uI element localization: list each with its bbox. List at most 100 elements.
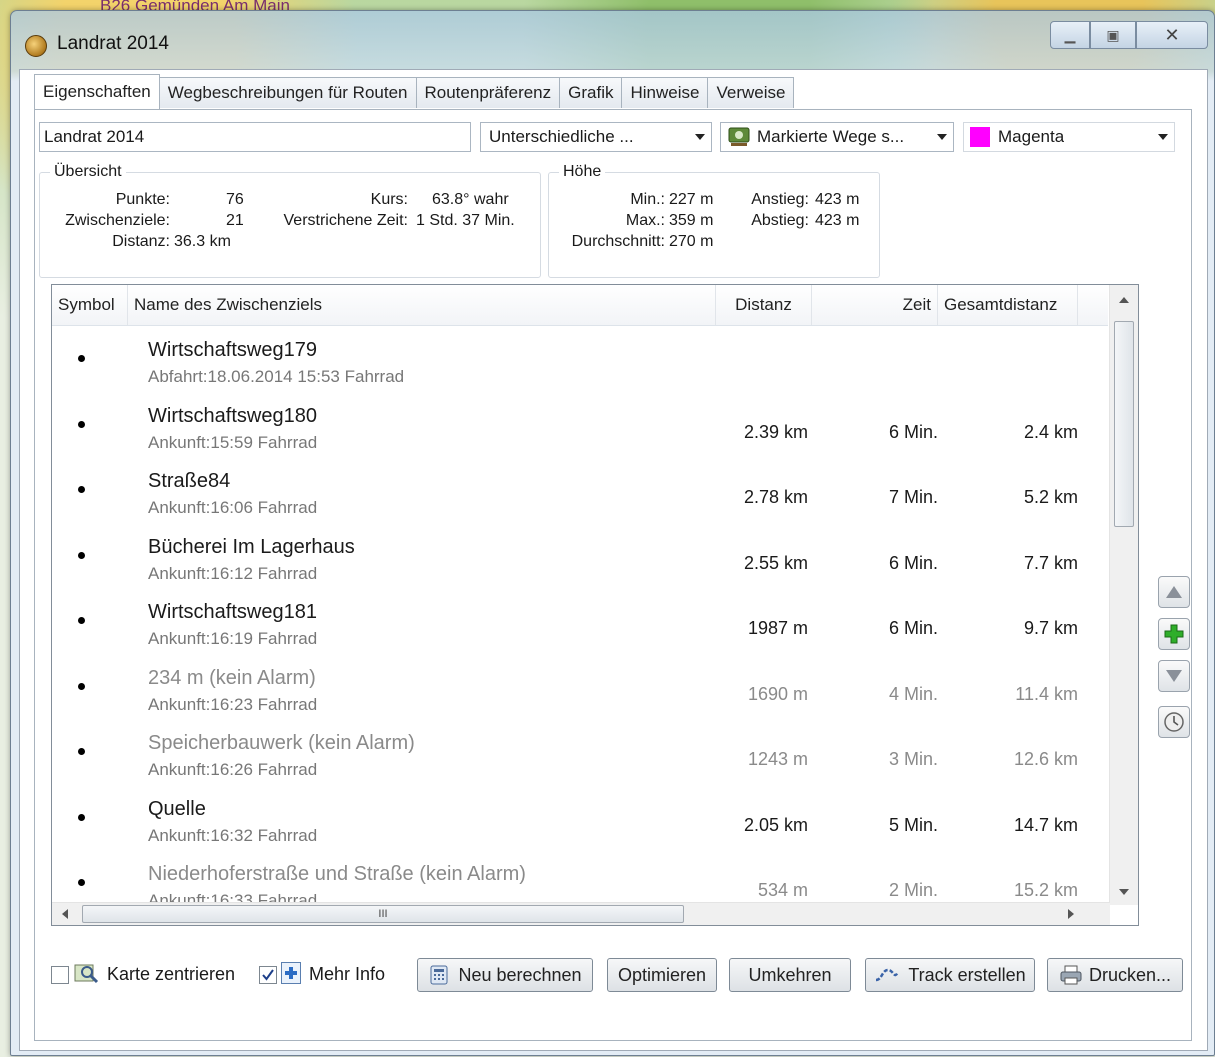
tab-grafik[interactable]: Grafik [559,77,623,108]
scroll-up-icon[interactable] [1119,297,1129,303]
waypoint-name: Niederhoferstraße und Straße (kein Alarm… [148,863,526,885]
waypoint-distance: 1243 m [747,749,808,769]
waypoint-symbol-icon [78,551,85,559]
waypoint-time: 6 Min. [888,618,938,638]
course-label: Kurs: [370,191,408,208]
waypoint-symbol-icon [78,355,85,362]
tab-strip: Eigenschaften Wegbeschreibungen für Rout… [34,74,795,109]
print-label: Drucken... [1088,964,1172,985]
add-waypoint-button[interactable] [1158,618,1190,650]
tab-wegbeschreibungen[interactable]: Wegbeschreibungen für Routen [158,77,417,108]
table-row[interactable]: Wirtschaftsweg179 Abfahrt:18.06.2014 15:5… [52,327,1108,392]
maximize-button[interactable]: ▣ [1090,21,1136,49]
elapsed-label: Verstrichene Zeit: [283,212,409,229]
move-down-button[interactable] [1158,660,1190,692]
scroll-down-icon[interactable] [1119,889,1129,895]
horizontal-scroll-thumb[interactable]: III [82,905,684,923]
waypoint-time: 7 Min. [888,487,938,507]
waypoint-time: 5 Min. [888,814,938,835]
route-name-field[interactable]: Landrat 2014 [39,122,471,152]
table-row[interactable]: Speicherbauwerk (kein Alarm) Ankunft:16:2… [52,720,1108,785]
waypoint-detail: Ankunft:16:23 Fahrrad [148,694,318,714]
ascent-label: Anstieg: [751,191,809,208]
table-row[interactable]: 234 m (kein Alarm) Ankunft:16:23 Fahrrad 1… [52,655,1108,720]
plus-document-icon [281,962,301,984]
horizontal-scrollbar[interactable]: III [52,902,1110,925]
properties-panel: Landrat 2014 Unterschiedliche ... Markie… [34,109,1192,1041]
waypoint-name: 234 m (kein Alarm) [148,666,316,689]
table-row[interactable]: Straße84 Ankunft:16:06 Fahrrad 2.78 km 7 Mi… [52,458,1108,523]
waypoint-list[interactable]: Symbol Name des Zwischenziels Distanz Ze… [51,284,1139,926]
title-bar[interactable]: Landrat 2014 ▁ ▣ ✕ [11,11,1214,71]
vias-value: 21 [226,212,244,229]
max-value: 359 m [669,212,714,229]
more-info-checkbox[interactable] [259,966,277,984]
reverse-button[interactable]: Umkehren [729,958,851,992]
tab-eigenschaften[interactable]: Eigenschaften [34,74,160,109]
tab-verweise[interactable]: Verweise [707,77,795,108]
waypoint-time: 6 Min. [888,552,938,573]
vertical-scroll-thumb[interactable] [1114,321,1134,527]
triangle-down-icon [1166,670,1182,682]
center-map-checkbox[interactable] [51,966,69,984]
scroll-left-icon[interactable] [62,909,68,919]
waypoint-total-distance: 7.7 km [1023,552,1078,573]
distance-label: Distanz: [112,233,170,250]
time-button[interactable] [1158,706,1190,738]
close-button[interactable]: ✕ [1136,21,1208,49]
table-row[interactable]: Quelle Ankunft:16:32 Fahrrad 2.05 km 5 Min.… [52,786,1108,851]
table-row[interactable]: Bücherei Im Lagerhaus Ankunft:16:12 Fahrr… [52,524,1108,589]
minimize-button[interactable]: ▁ [1050,21,1090,49]
color-select[interactable]: Magenta [963,122,1175,152]
elevation-title: Höhe [559,163,606,181]
tab-routenpraeferenz[interactable]: Routenpräferenz [415,77,561,108]
recalculate-button[interactable]: Neu berechnen [417,958,593,992]
waypoint-name: Speicherbauwerk (kein Alarm) [148,732,415,754]
move-up-button[interactable] [1158,576,1190,608]
recalculate-label: Neu berechnen [458,964,582,985]
waypoint-detail: Ankunft:16:12 Fahrrad [148,563,318,583]
waypoint-symbol-icon [78,420,85,428]
route-name-value: Landrat 2014 [44,127,145,146]
col-time[interactable]: Zeit [812,285,938,325]
waypoint-total-distance: 12.6 km [1013,749,1078,769]
vertical-scrollbar[interactable] [1109,285,1138,905]
scroll-right-icon[interactable] [1068,909,1074,919]
waypoint-distance: 534 m [757,880,808,900]
points-label: Punkte: [115,191,170,208]
create-track-button[interactable]: Track erstellen [865,958,1035,992]
col-distance[interactable]: Distanz [716,285,812,325]
scroll-grip: III [378,908,388,920]
center-map-label[interactable]: Karte zentrieren [107,964,235,985]
col-name[interactable]: Name des Zwischenziels [128,285,716,325]
table-row[interactable]: Wirtschaftsweg181 Ankunft:16:19 Fahrrad 19… [52,589,1108,654]
overview-title: Übersicht [50,163,126,181]
route-type-value: Markierte Wege s... [757,127,905,146]
waypoint-total-distance: 5.2 km [1023,487,1078,507]
print-button[interactable]: Drucken... [1047,958,1183,992]
activity-select[interactable]: Unterschiedliche ... [480,122,712,152]
route-type-icon [727,126,751,148]
waypoint-detail: Ankunft:16:32 Fahrrad [148,825,318,845]
waypoint-name: Wirtschaftsweg179 [148,339,317,361]
more-info-label[interactable]: Mehr Info [309,964,385,985]
elapsed-value: 1 Std. 37 Min. [416,212,515,229]
waypoint-symbol-icon [78,617,85,624]
col-total-distance[interactable]: Gesamtdistanz [938,285,1078,325]
optimize-button[interactable]: Optimieren [607,958,717,992]
color-value: Magenta [998,127,1065,146]
route-type-select[interactable]: Markierte Wege s... [720,122,954,152]
table-row[interactable]: Wirtschaftsweg180 Ankunft:15:59 Fahrrad 2.… [52,393,1108,458]
vias-label: Zwischenziele: [65,212,170,229]
activity-value: Unterschiedliche ... [489,127,634,146]
waypoint-detail: Ankunft:16:26 Fahrrad [148,760,318,779]
tab-hinweise[interactable]: Hinweise [621,77,709,108]
col-symbol[interactable]: Symbol [52,285,128,325]
clock-icon [1164,712,1184,732]
waypoint-name: Straße84 [148,470,231,492]
waypoint-detail: Ankunft:16:19 Fahrrad [148,629,318,648]
app-icon [25,35,47,57]
window-client: Eigenschaften Wegbeschreibungen für Rout… [19,69,1208,1051]
waypoint-detail: Ankunft:16:06 Fahrrad [148,498,318,517]
checkmark-icon [262,969,274,981]
